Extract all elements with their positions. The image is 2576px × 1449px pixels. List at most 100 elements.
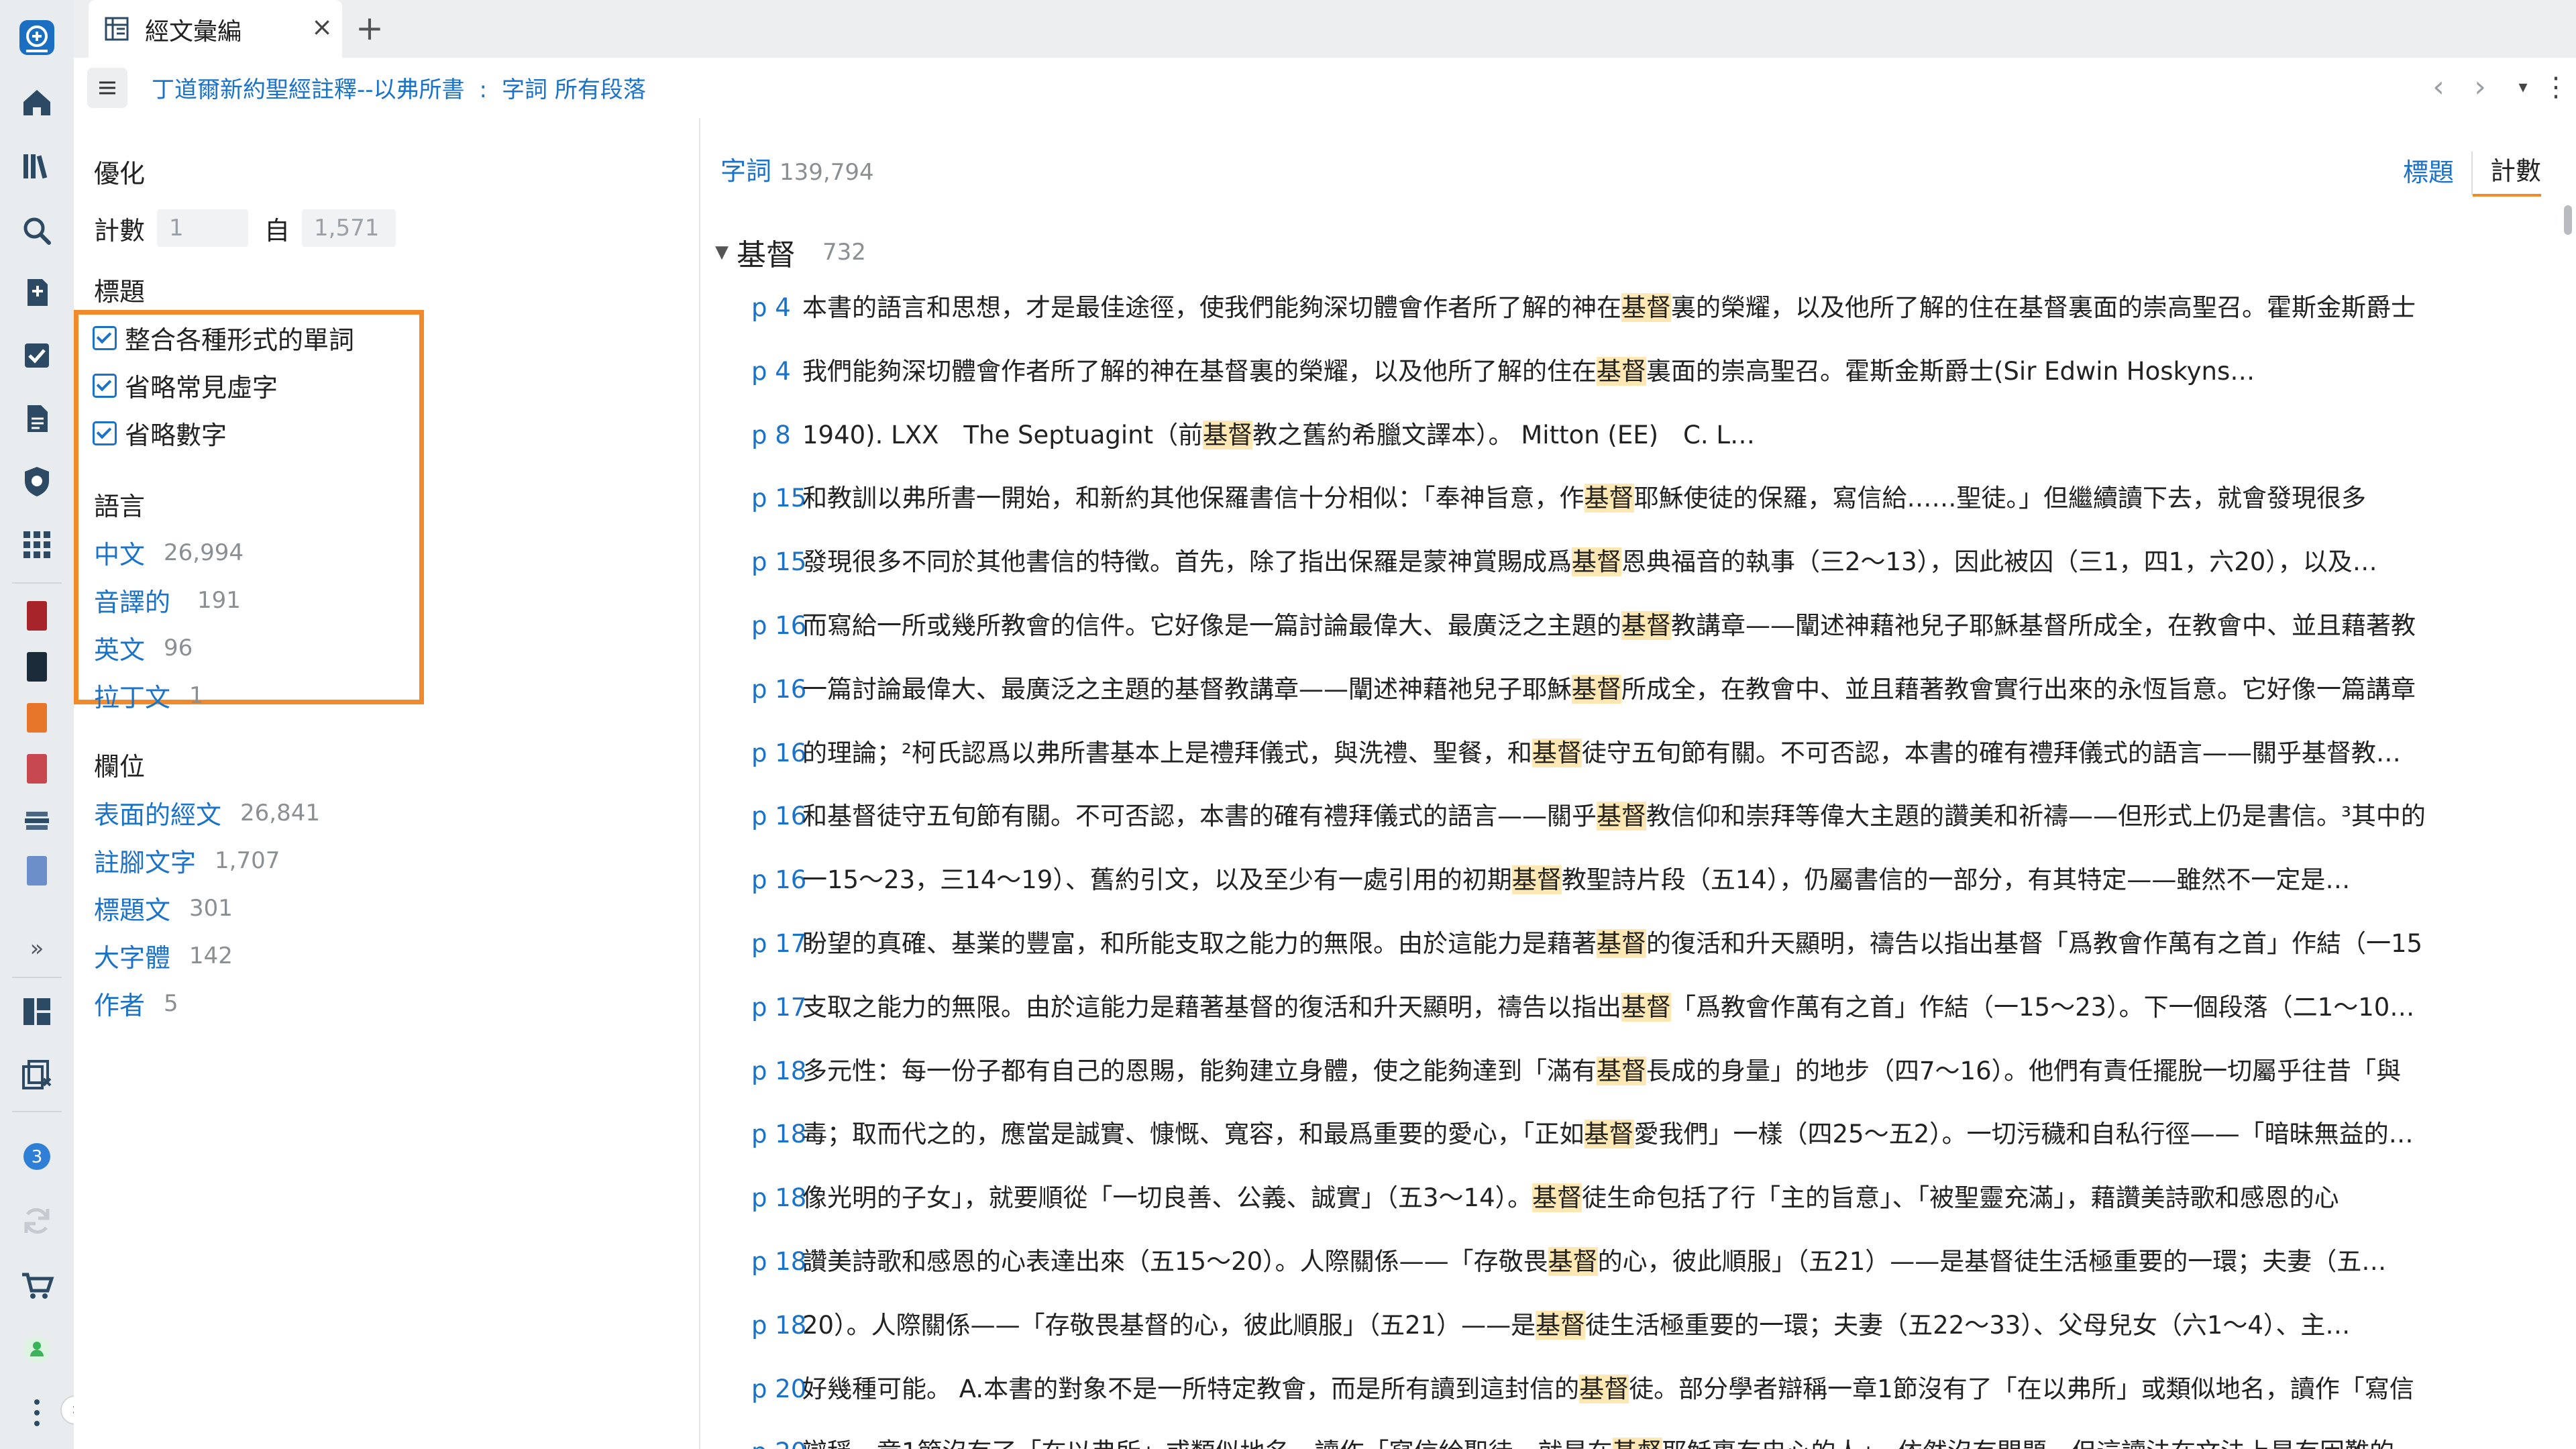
book-icon-blue[interactable] bbox=[27, 856, 47, 885]
hit-row[interactable]: p 16的理論；²柯氏認爲以弗所書基本上是禮拜儀式，與洗禮、聖餐，和基督徒守五旬… bbox=[751, 733, 2576, 773]
field-item-footnote-text[interactable]: 註腳文字 1,707 bbox=[94, 842, 280, 879]
hit-page-link[interactable]: p 4 bbox=[751, 293, 802, 322]
count-from-input[interactable]: 1 bbox=[157, 209, 249, 247]
language-label[interactable]: 拉丁文 bbox=[94, 677, 170, 714]
book-icon-dark[interactable] bbox=[27, 652, 47, 682]
hit-highlight[interactable]: 基督 bbox=[1536, 1310, 1586, 1340]
hit-highlight[interactable]: 基督 bbox=[1584, 1120, 1634, 1149]
hit-highlight[interactable]: 基督 bbox=[1548, 1247, 1598, 1276]
hit-page-link[interactable]: p 16 bbox=[751, 611, 806, 640]
field-item-surface-text[interactable]: 表面的經文 26,841 bbox=[94, 794, 320, 831]
hit-page-link[interactable]: p 18 bbox=[751, 1247, 806, 1276]
hit-row[interactable]: p 15和教訓以弗所書一開始，和新約其他保羅書信十分相似：「奉神旨意，作基督耶穌… bbox=[751, 478, 2576, 518]
search-icon[interactable] bbox=[14, 208, 60, 254]
option-omit-numbers[interactable]: 省略數字 bbox=[93, 415, 227, 451]
language-label[interactable]: 中文 bbox=[94, 534, 145, 571]
hit-page-link[interactable]: p 18 bbox=[751, 1057, 806, 1085]
hit-highlight[interactable]: 基督 bbox=[1203, 420, 1253, 449]
results-scrollbar[interactable] bbox=[2564, 205, 2572, 235]
hit-highlight[interactable]: 基督 bbox=[1532, 1183, 1582, 1213]
hit-page-link[interactable]: p 16 bbox=[751, 865, 806, 894]
hit-row[interactable]: p 20辯稱一章1節沒有了「在以弗所」或類似地名，讀作「寫信給聖徒，就是在基督耶… bbox=[751, 1432, 2576, 1449]
book-icon-red[interactable] bbox=[27, 601, 47, 631]
hit-highlight[interactable]: 基督 bbox=[1621, 293, 1671, 322]
hit-highlight[interactable]: 基督 bbox=[1584, 484, 1634, 513]
hit-row[interactable]: p 4 我們能夠深切體會作者所了解的神在基督裏的榮耀，以及他所了解的住在基督裏面的… bbox=[751, 351, 2576, 391]
app-logo-icon[interactable] bbox=[14, 15, 60, 60]
count-total-input[interactable]: 1,571 bbox=[302, 209, 396, 247]
hit-row[interactable]: p 16和基督徒守五旬節有關。不可否認，本書的確有禮拜儀式的語言——關乎基督教信… bbox=[751, 796, 2576, 836]
language-item-chinese[interactable]: 中文 26,994 bbox=[94, 534, 244, 571]
checkbox-checked-icon[interactable] bbox=[93, 325, 117, 350]
hit-page-link[interactable]: p 17 bbox=[751, 993, 806, 1022]
hit-page-link[interactable]: p 16 bbox=[751, 739, 806, 767]
field-label[interactable]: 表面的經文 bbox=[94, 794, 221, 831]
field-label[interactable]: 作者 bbox=[94, 985, 145, 1022]
layout-icon[interactable] bbox=[14, 989, 60, 1034]
guides-icon[interactable] bbox=[14, 270, 60, 315]
hit-highlight[interactable]: 基督 bbox=[1621, 992, 1671, 1022]
hit-row[interactable]: p 18讚美詩歌和感恩的心表達出來（五15～20）。人際關係——「存敬畏基督的心… bbox=[751, 1241, 2576, 1281]
hit-highlight[interactable]: 基督 bbox=[1612, 1438, 1662, 1449]
hit-row[interactable]: p 17支取之能力的無限。由於這能力是藉著基督的復活和升天顯明，禱告以指出基督「… bbox=[751, 987, 2576, 1027]
hit-highlight[interactable]: 基督 bbox=[1621, 611, 1671, 640]
close-tab-icon[interactable]: × bbox=[306, 8, 338, 46]
hit-row[interactable]: p 18毒；取而代之的，應當是誠實、慷慨、寬容，和最爲重要的愛心，「正如基督愛我… bbox=[751, 1114, 2576, 1154]
language-label[interactable]: 英文 bbox=[94, 629, 145, 666]
hit-highlight[interactable]: 基督 bbox=[1572, 674, 1621, 704]
option-omit-function-words[interactable]: 省略常見虛字 bbox=[93, 367, 278, 404]
language-item-latin[interactable]: 拉丁文 1 bbox=[94, 677, 204, 714]
field-label[interactable]: 大字體 bbox=[94, 937, 170, 974]
home-icon[interactable] bbox=[14, 79, 60, 125]
results-header-label[interactable]: 字詞 bbox=[720, 156, 771, 186]
hit-highlight[interactable]: 基督 bbox=[1597, 356, 1646, 386]
book-icon-pink[interactable] bbox=[27, 754, 47, 784]
hit-page-link[interactable]: p 15 bbox=[751, 547, 806, 576]
hit-row[interactable]: p 18多元性：每一份子都有自己的恩賜，能夠建立身體，使之能夠達到「滿有基督長成… bbox=[751, 1051, 2576, 1091]
hit-highlight[interactable]: 基督 bbox=[1579, 1374, 1629, 1403]
new-tab-button[interactable]: + bbox=[349, 8, 390, 50]
user-avatar-icon[interactable] bbox=[14, 1327, 60, 1373]
panel-menu-button[interactable] bbox=[87, 68, 127, 108]
hit-highlight[interactable]: 基督 bbox=[1511, 865, 1562, 895]
back-arrow-icon[interactable]: ‹ bbox=[2420, 67, 2457, 109]
language-label[interactable]: 音譯的 bbox=[94, 582, 170, 619]
hit-highlight[interactable]: 基督 bbox=[1572, 547, 1621, 577]
expand-rail-icon[interactable]: » bbox=[14, 926, 60, 971]
hit-row[interactable]: p 16而寫給一所或幾所教會的信件。它好像是一篇討論最偉大、最廣泛之主題的基督教… bbox=[751, 605, 2576, 645]
hit-page-link[interactable]: p 4 bbox=[751, 357, 802, 386]
hit-page-link[interactable]: p 17 bbox=[751, 929, 806, 958]
hit-page-link[interactable]: p 16 bbox=[751, 802, 806, 830]
collapse-arrow-icon[interactable]: ▼ bbox=[715, 242, 729, 262]
checkbox-checked-icon[interactable] bbox=[93, 373, 117, 398]
hit-row[interactable]: p 20好幾種可能。 A.本書的對象不是一所特定教會，而是所有讀到這封信的基督徒… bbox=[751, 1368, 2576, 1409]
sync-icon[interactable] bbox=[14, 1198, 60, 1244]
hit-page-link[interactable]: p 8 bbox=[751, 421, 802, 449]
close-panels-icon[interactable] bbox=[14, 1052, 60, 1097]
tab-concordance[interactable]: 經文彙編 × bbox=[89, 0, 342, 58]
hit-row[interactable]: p 15發現很多不同於其他書信的特徵。首先，除了指出保羅是蒙神賞賜成爲基督恩典福… bbox=[751, 541, 2576, 582]
checkbox-checked-icon[interactable] bbox=[93, 421, 117, 445]
notification-badge[interactable]: 3 bbox=[14, 1134, 60, 1179]
hit-page-link[interactable]: p 18 bbox=[751, 1311, 806, 1340]
book-icon-orange[interactable] bbox=[27, 703, 47, 733]
field-label[interactable]: 標題文 bbox=[94, 890, 170, 926]
tools-icon[interactable] bbox=[14, 459, 60, 504]
language-item-english[interactable]: 英文 96 bbox=[94, 629, 193, 666]
hit-page-link[interactable]: p 20 bbox=[751, 1375, 806, 1403]
breadcrumb-resource[interactable]: 丁道爾新約聖經註釋--以弗所書 bbox=[152, 76, 465, 103]
documents-icon[interactable] bbox=[14, 396, 60, 441]
reading-plan-icon[interactable] bbox=[14, 333, 60, 378]
hit-page-link[interactable]: p 20 bbox=[751, 1438, 806, 1449]
field-item-large-text[interactable]: 大字體 142 bbox=[94, 937, 233, 974]
field-item-heading-text[interactable]: 標題文 301 bbox=[94, 890, 233, 926]
hit-row[interactable]: p 8 1940). LXX The Septuagint（前基督教之舊約希臘文譯… bbox=[751, 415, 2576, 455]
hit-row[interactable]: p 4 本書的語言和思想，才是最佳途徑，使我們能夠深切體會作者所了解的神在基督裏的… bbox=[751, 287, 2576, 327]
hit-page-link[interactable]: p 15 bbox=[751, 484, 806, 513]
hit-highlight[interactable]: 基督 bbox=[1597, 1056, 1646, 1085]
hit-row[interactable]: p 16一15～23，三14～19）、舊約引文，以及至少有一處引用的初期基督教聖… bbox=[751, 859, 2576, 900]
field-item-author[interactable]: 作者 5 bbox=[94, 985, 178, 1022]
language-item-transliterated[interactable]: 音譯的 191 bbox=[94, 582, 241, 619]
hit-row[interactable]: p 1820）。人際關係——「存敬畏基督的心，彼此順服」（五21）——是基督徒生… bbox=[751, 1305, 2576, 1345]
word-group-header[interactable]: ▼ 基督 732 bbox=[715, 231, 866, 274]
